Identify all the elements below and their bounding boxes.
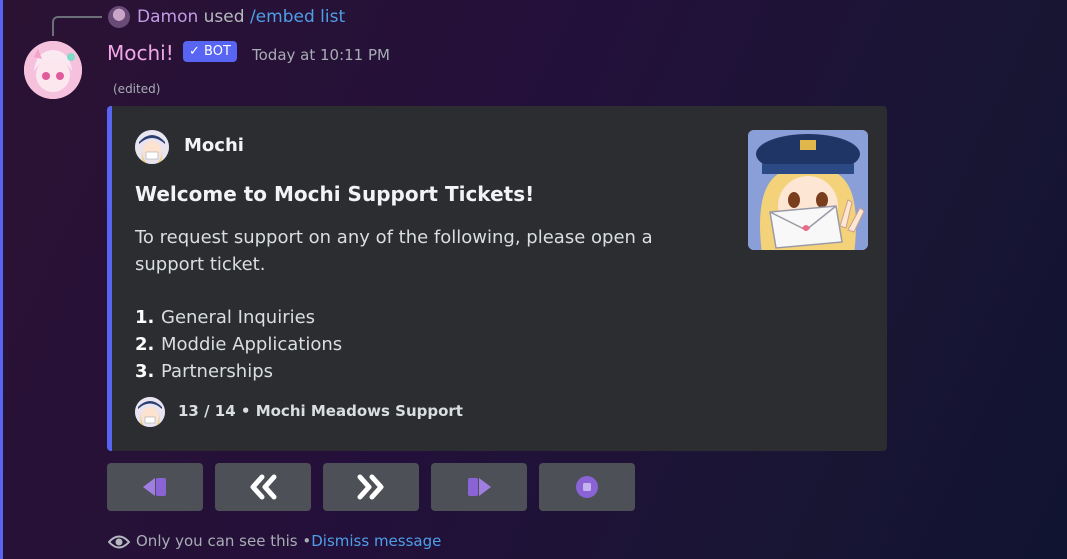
reply-connector-line xyxy=(52,16,102,36)
reply-user-avatar[interactable] xyxy=(108,6,130,28)
list-item: 2. Moddie Applications xyxy=(135,331,342,358)
list-item: 1. General Inquiries xyxy=(135,304,342,331)
first-page-icon xyxy=(143,478,166,496)
embed-footer-text: 13 / 14 • Mochi Meadows Support xyxy=(178,402,463,420)
last-page-icon xyxy=(468,478,491,496)
reply-used-label: used xyxy=(203,7,245,27)
stop-button[interactable] xyxy=(539,463,635,511)
message-username[interactable]: Mochi! xyxy=(107,40,174,66)
eye-icon xyxy=(108,535,130,548)
edited-label: (edited) xyxy=(113,82,161,96)
dismiss-message-link[interactable]: Dismiss message xyxy=(311,532,441,550)
reply-username[interactable]: Damon xyxy=(137,7,198,27)
next-page-icon xyxy=(357,474,384,500)
embed-title: Welcome to Mochi Support Tickets! xyxy=(135,182,535,206)
bot-badge: ✓ BOT xyxy=(183,41,237,62)
reply-command[interactable]: /embed list xyxy=(250,7,345,27)
embed-thumbnail[interactable] xyxy=(748,130,868,250)
last-page-button[interactable] xyxy=(431,463,527,511)
message-highlight-bar xyxy=(0,0,3,559)
separator-dot: • xyxy=(302,532,312,550)
ephemeral-text: Only you can see this xyxy=(136,532,298,550)
list-item-text: General Inquiries xyxy=(161,307,316,328)
message-timestamp: Today at 10:11 PM xyxy=(252,46,390,64)
list-item-text: Moddie Applications xyxy=(161,334,343,355)
embed-list: 1. General Inquiries 2. Moddie Application… xyxy=(135,304,342,385)
previous-page-button[interactable] xyxy=(215,463,311,511)
bot-avatar[interactable] xyxy=(24,41,82,99)
ephemeral-notice: Only you can see this •Dismiss message xyxy=(108,530,441,552)
number-three-icon: 3. xyxy=(135,361,155,382)
stop-icon xyxy=(576,476,598,498)
embed-footer-icon xyxy=(135,397,165,427)
embed-description: To request support on any of the followi… xyxy=(135,227,653,275)
list-item: 3. Partnerships xyxy=(135,358,342,385)
number-one-icon: 1. xyxy=(135,307,155,328)
embed-author-name[interactable]: Mochi xyxy=(184,135,244,156)
embed-author-icon xyxy=(135,130,169,164)
reply-header: Damon used /embed list xyxy=(137,6,345,28)
first-page-button[interactable] xyxy=(107,463,203,511)
list-item-text: Partnerships xyxy=(161,361,274,382)
next-page-button[interactable] xyxy=(323,463,419,511)
previous-page-icon xyxy=(250,474,277,500)
number-two-icon: 2. xyxy=(135,334,155,355)
embed-card: Mochi Welcome to Mochi Support Tickets! … xyxy=(107,106,887,451)
